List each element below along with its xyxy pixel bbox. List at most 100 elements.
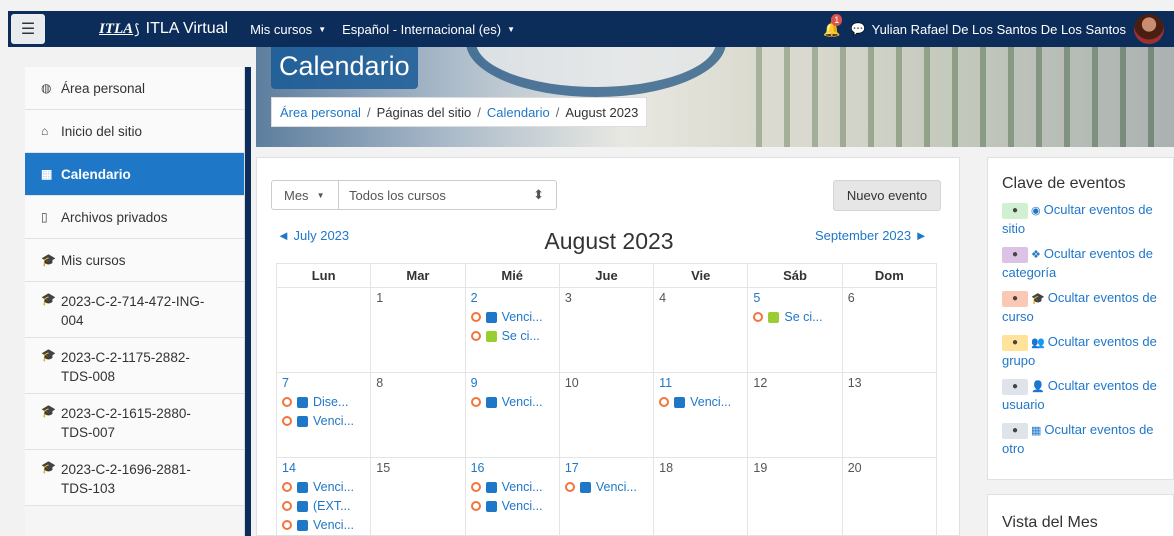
messages-chat-icon[interactable]: 💬 [851,22,866,36]
activity-icon [485,396,497,408]
event-dot-icon [282,397,292,407]
nav-language-menu[interactable]: Español - Internacional (es) ▼ [342,22,515,37]
calendar-event[interactable]: Venci... [564,480,648,494]
day-number[interactable]: 7 [282,376,365,390]
calendar-day-cell[interactable]: 4 [653,287,749,373]
eye-icon[interactable]: ● [1002,290,1028,307]
calendar-day-cell[interactable]: 16 Venci... Venci... [464,457,560,536]
globe-icon: ◉ [1031,205,1041,217]
calendar-day-cell[interactable]: 9 Venci... [464,372,560,458]
breadcrumb-calendario[interactable]: Calendario [487,105,550,120]
calendar-day-cell[interactable]: 12 [747,372,843,458]
sidebar-course-item[interactable]: 🎓 2023-C-2-714-472-ING-004 [25,282,244,338]
calendar-day-cell[interactable]: 13 [841,372,938,458]
key-item-group[interactable]: ● 👥 Ocultar eventos de grupo [1002,333,1167,369]
calendar-day-cell[interactable]: 6 [841,287,938,373]
calendar-day-cell[interactable]: 15 [370,457,466,536]
sidebar-item-mis-cursos[interactable]: 🎓 Mis cursos [25,239,244,282]
new-event-button[interactable]: Nuevo evento [833,180,941,211]
banner-decoration [466,47,726,97]
brand-name[interactable]: ITLA Virtual [146,20,228,38]
calendar-event[interactable]: Venci... [470,395,554,409]
calendar-event[interactable]: Venci... [282,414,365,428]
day-number[interactable]: 16 [471,461,554,475]
event-label: (EXT... [313,499,351,513]
logo-swoosh-icon: ⟆ [134,20,140,37]
day-number: 1 [376,291,384,305]
course-select[interactable]: Todos los cursos ⬍ [339,180,557,210]
calendar-event[interactable]: Venci... [282,518,365,532]
breadcrumb-paginas-del-sitio: Páginas del sitio [376,105,472,120]
key-item-category[interactable]: ● ❖ Ocultar eventos de categoría [1002,245,1167,281]
avatar[interactable] [1134,14,1164,44]
view-select[interactable]: Mes ▼ [271,180,339,210]
eye-icon[interactable]: ● [1002,334,1028,351]
calendar-day-cell[interactable] [275,287,372,373]
day-number[interactable]: 14 [282,461,365,475]
calendar-event[interactable]: Venci... [659,395,742,409]
day-number[interactable]: 5 [753,291,836,305]
calendar-day-cell[interactable]: 5 Se ci... [747,287,843,373]
day-number[interactable]: 2 [471,291,554,305]
calendar-event[interactable]: Se ci... [753,310,836,324]
eye-icon[interactable]: ● [1002,378,1028,395]
calendar-week-row: 14 Venci... (EXT... Venci... 15 16 Venci... Ven… [275,457,938,536]
nav-my-courses-menu[interactable]: Mis cursos ▼ [250,22,326,37]
event-dot-icon [470,501,481,511]
activity-icon [485,500,497,512]
notifications-bell-icon[interactable]: 🔔 1 [823,13,843,38]
calendar-day-cell[interactable]: 8 [370,372,466,458]
calendar-week-row: 1 2 Venci... Se ci... 3 4 5 Se ci... 6 [275,287,938,373]
eye-icon[interactable]: ● [1002,246,1028,263]
sidebar-course-item[interactable]: 🎓 2023-C-2-1615-2880-TDS-007 [25,394,244,450]
sidebar-item-calendario[interactable]: ▦ Calendario [25,153,244,196]
sidebar-item-area-personal[interactable]: ◍ Área personal [25,67,244,110]
sidebar-item-archivos-privados[interactable]: ▯ Archivos privados [25,196,244,239]
key-item-user[interactable]: ● 👤 Ocultar eventos de usuario [1002,377,1167,413]
calendar-event[interactable]: Venci... [470,480,554,494]
day-number[interactable]: 11 [659,376,742,390]
calendar-day-cell[interactable]: 7 Dise... Venci... [275,372,372,458]
calendar-day-cell[interactable]: 20 [841,457,938,536]
event-dot-icon [470,397,481,407]
calendar-day-cell[interactable]: 3 [558,287,655,373]
site-logo[interactable]: ITLA [99,21,133,38]
calendar-event[interactable]: Dise... [282,395,365,409]
calendar-day-cell[interactable]: 10 [558,372,655,458]
calendar-day-cell[interactable]: 19 [747,457,843,536]
calendar-event[interactable]: Venci... [470,310,554,324]
prev-month-link[interactable]: ◄ July 2023 [277,228,349,243]
sidebar-course-item[interactable]: 🎓 2023-C-2-1175-2882-TDS-008 [25,338,244,394]
calendar-day-cell[interactable]: 14 Venci... (EXT... Venci... [275,457,372,536]
graduation-cap-icon: 🎓 [1031,293,1045,305]
sidebar-scrollbar[interactable] [245,67,251,536]
eye-icon[interactable]: ● [1002,422,1028,439]
graduation-cap-icon: 🎓 [41,460,56,474]
sidebar-item-inicio-del-sitio[interactable]: ⌂ Inicio del sitio [25,110,244,153]
next-month-link[interactable]: September 2023 ► [815,228,928,243]
event-dot-icon [564,482,575,492]
day-number[interactable]: 17 [565,461,648,475]
key-item-site[interactable]: ● ◉ Ocultar eventos de sitio [1002,201,1167,237]
calendar-event[interactable]: Se ci... [470,329,554,343]
breadcrumb-area-personal[interactable]: Área personal [280,105,361,120]
calendar-day-cell[interactable]: 17 Venci... [558,457,655,536]
calendar-event[interactable]: (EXT... [282,499,365,513]
calendar-event[interactable]: Venci... [470,499,554,513]
sidebar-course-item[interactable]: 🎓 2023-C-2-1696-2881-TDS-103 [25,450,244,506]
event-label: Venci... [313,518,354,532]
user-name[interactable]: Yulian Rafael De Los Santos De Los Santo… [872,22,1126,37]
calendar-day-cell[interactable]: 1 [370,287,466,373]
calendar-day-cell[interactable]: 18 [653,457,749,536]
eye-icon[interactable]: ● [1002,202,1028,219]
event-dot-icon [470,312,481,322]
calendar-day-cell[interactable]: 2 Venci... Se ci... [464,287,560,373]
menu-toggle-button[interactable]: ☰ [11,14,45,44]
calendar-event[interactable]: Venci... [282,480,365,494]
event-label: Venci... [501,480,543,494]
day-number[interactable]: 9 [471,376,554,390]
key-item-course[interactable]: ● 🎓 Ocultar eventos de curso [1002,289,1167,325]
key-item-other[interactable]: ● ▦ Ocultar eventos de otro [1002,421,1167,457]
calendar-card: Mes ▼ Todos los cursos ⬍ Nuevo evento Augu… [256,157,960,536]
calendar-day-cell[interactable]: 11 Venci... [653,372,749,458]
